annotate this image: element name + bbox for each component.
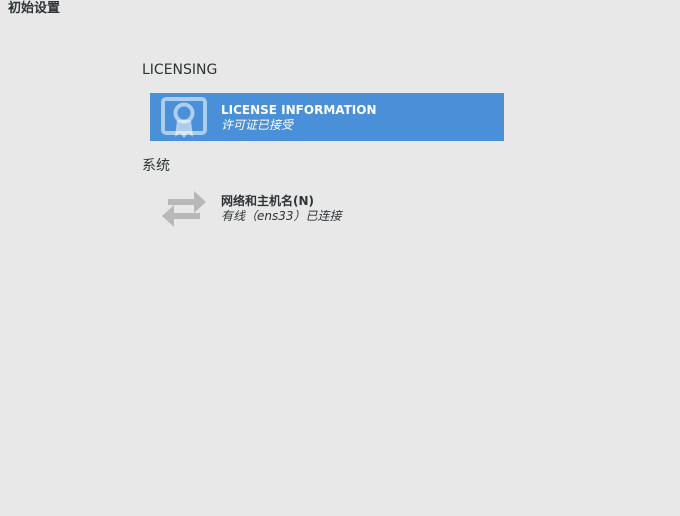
spoke-name: LICENSE INFORMATION xyxy=(221,102,377,117)
spoke-status: 许可证已接受 xyxy=(221,117,294,132)
section-title-licensing: LICENSING xyxy=(142,62,218,78)
spoke-status: 有线（ens33）已连接 xyxy=(221,208,342,223)
license-certificate-icon xyxy=(160,93,208,141)
network-arrows-icon xyxy=(160,184,208,232)
app-title: 初始设置 xyxy=(8,1,61,16)
license-information-spoke[interactable]: LICENSE INFORMATION 许可证已接受 xyxy=(150,93,504,141)
network-hostname-spoke[interactable]: 网络和主机名(N) 有线（ens33）已连接 xyxy=(150,184,504,232)
spoke-name: 网络和主机名(N) xyxy=(221,193,315,208)
section-title-system: 系统 xyxy=(142,158,170,174)
